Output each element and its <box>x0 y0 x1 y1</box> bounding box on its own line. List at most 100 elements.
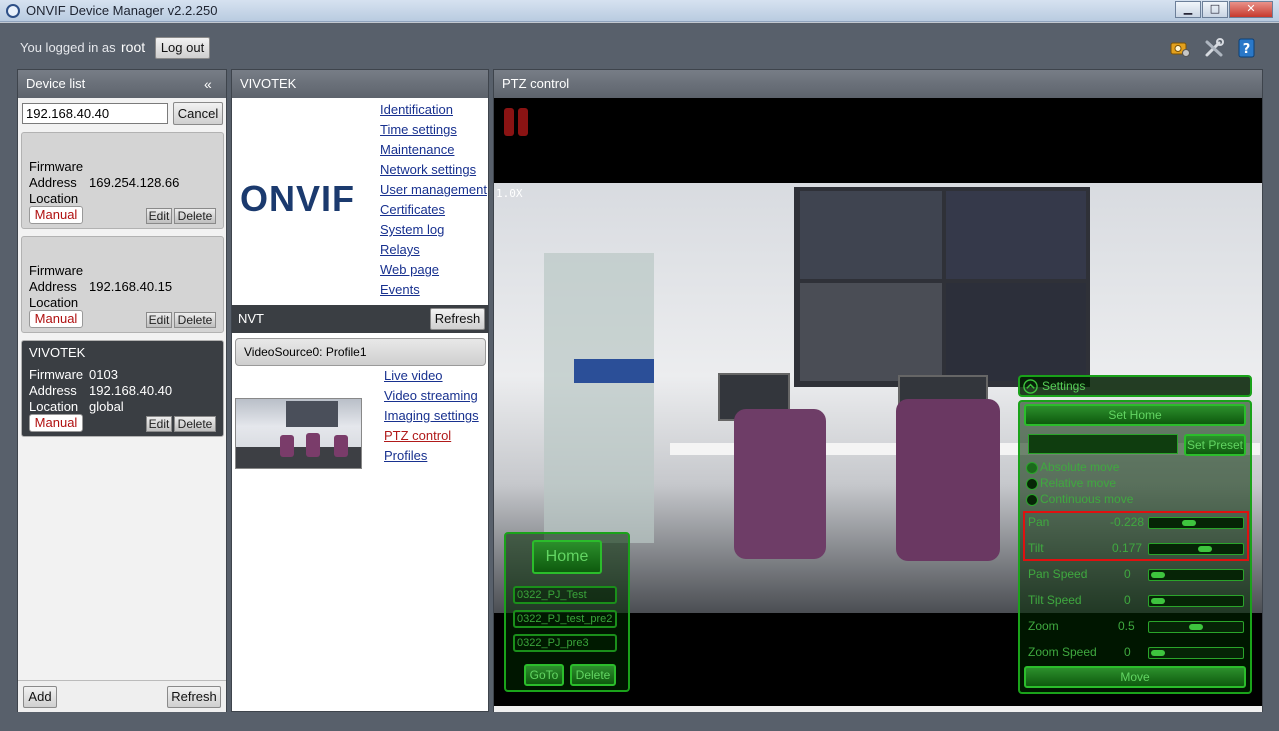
link-live-video[interactable]: Live video <box>384 368 443 383</box>
delete-device-button[interactable]: Delete <box>174 208 216 224</box>
pan-speed-slider[interactable] <box>1148 569 1244 581</box>
zoom-slider[interactable] <box>1148 621 1244 633</box>
tilt-speed-slider[interactable] <box>1148 595 1244 607</box>
device-panel: VIVOTEK ONVIF Identification Time settin… <box>231 69 489 712</box>
ptz-title: PTZ control <box>494 70 1262 98</box>
move-button[interactable]: Move <box>1024 666 1246 688</box>
zoom-slider-thumb[interactable] <box>1189 624 1203 630</box>
absolute-move-label: Absolute move <box>1040 460 1120 474</box>
settings-header[interactable]: Settings <box>1018 375 1252 397</box>
device-mode-badge: Manual <box>29 310 83 328</box>
tilt-speed-label: Tilt Speed <box>1028 593 1082 607</box>
link-system-log[interactable]: System log <box>380 222 444 237</box>
link-relays[interactable]: Relays <box>380 242 420 257</box>
preset-item[interactable]: 0322_PJ_pre3 <box>513 634 617 652</box>
preset-name-input[interactable] <box>1028 434 1178 454</box>
tilt-value: 0.177 <box>1112 541 1143 555</box>
set-home-button[interactable]: Set Home <box>1024 404 1246 426</box>
address-label: Address <box>29 279 77 294</box>
edit-device-button[interactable]: Edit <box>146 208 172 224</box>
link-time-settings[interactable]: Time settings <box>380 122 457 137</box>
ptz-panel: PTZ control 1.0X Home 0322_PJ_Test 0322_… <box>493 69 1263 712</box>
camera-settings-icon[interactable] <box>1169 38 1191 58</box>
device-mode-badge: Manual <box>29 206 83 224</box>
tilt-label: Tilt <box>1028 541 1044 555</box>
device-card[interactable]: Firmware Address 192.168.40.15 Location … <box>21 236 224 333</box>
link-ptz-control[interactable]: PTZ control <box>384 428 451 443</box>
minimize-button[interactable]: ▁ <box>1175 1 1201 18</box>
link-video-streaming[interactable]: Video streaming <box>384 388 478 403</box>
cancel-search-button[interactable]: Cancel <box>173 102 223 125</box>
nvt-title: NVT <box>238 311 264 326</box>
zoom-speed-value: 0 <box>1124 645 1131 659</box>
nvt-refresh-button[interactable]: Refresh <box>430 308 485 330</box>
edit-device-button[interactable]: Edit <box>146 312 172 328</box>
link-network-settings[interactable]: Network settings <box>380 162 476 177</box>
add-device-button[interactable]: Add <box>23 686 57 708</box>
tilt-slider-thumb[interactable] <box>1198 546 1212 552</box>
tilt-speed-value: 0 <box>1124 593 1131 607</box>
edit-device-button[interactable]: Edit <box>146 416 172 432</box>
settings-title: Settings <box>1042 379 1086 393</box>
radio-relative-move[interactable] <box>1026 478 1038 490</box>
firmware-label: Firmware <box>29 367 84 382</box>
link-profiles[interactable]: Profiles <box>384 448 427 463</box>
link-certificates[interactable]: Certificates <box>380 202 445 217</box>
pan-slider-thumb[interactable] <box>1182 520 1196 526</box>
radio-continuous-move[interactable] <box>1026 494 1038 506</box>
device-search-input[interactable]: 192.168.40.40 <box>22 103 168 124</box>
zoom-speed-label: Zoom Speed <box>1028 645 1097 659</box>
goto-preset-button[interactable]: GoTo <box>524 664 564 686</box>
pan-slider[interactable] <box>1148 517 1244 529</box>
preset-item[interactable]: 0322_PJ_Test <box>513 586 617 604</box>
link-identification[interactable]: Identification <box>380 102 453 117</box>
pan-label: Pan <box>1028 515 1050 529</box>
device-card[interactable]: Firmware Address 169.254.128.66 Location… <box>21 132 224 229</box>
zoom-speed-thumb[interactable] <box>1151 650 1165 656</box>
device-list-header: Device list « <box>18 70 226 98</box>
collapse-icon[interactable]: « <box>204 70 212 98</box>
pan-speed-value: 0 <box>1124 567 1131 581</box>
radio-absolute-move[interactable] <box>1026 462 1038 474</box>
device-mode-badge: Manual <box>29 414 83 432</box>
firmware-label: Firmware <box>29 159 84 174</box>
video-thumbnail[interactable] <box>235 398 362 469</box>
close-button[interactable]: ✕ <box>1229 1 1273 18</box>
zoom-speed-slider[interactable] <box>1148 647 1244 659</box>
device-firmware: 0103 <box>89 367 118 382</box>
device-card-selected[interactable]: VIVOTEK Firmware 0103 Address 192.168.40… <box>21 340 224 437</box>
device-panel-title: VIVOTEK <box>232 70 488 98</box>
home-button[interactable]: Home <box>532 540 602 574</box>
location-label: Location <box>29 295 79 310</box>
tilt-speed-thumb[interactable] <box>1151 598 1165 604</box>
link-user-management[interactable]: User management <box>380 182 487 197</box>
thumb-screens <box>286 401 338 427</box>
tools-icon[interactable] <box>1204 38 1226 58</box>
onvif-logo: ONVIF <box>240 178 356 219</box>
pan-speed-thumb[interactable] <box>1151 572 1165 578</box>
device-address: 169.254.128.66 <box>89 175 180 190</box>
location-label: Location <box>29 399 79 414</box>
zoom-value: 0.5 <box>1118 619 1135 633</box>
preset-item[interactable]: 0322_PJ_test_pre2 <box>513 610 617 628</box>
link-web-page[interactable]: Web page <box>380 262 439 277</box>
pause-icon[interactable] <box>504 108 530 136</box>
link-maintenance[interactable]: Maintenance <box>380 142 454 157</box>
zoom-label: Zoom <box>1028 619 1059 633</box>
maximize-button[interactable]: □ <box>1202 1 1228 18</box>
device-location: global <box>89 399 124 414</box>
delete-device-button[interactable]: Delete <box>174 416 216 432</box>
help-icon[interactable]: ? <box>1236 38 1258 58</box>
refresh-devices-button[interactable]: Refresh <box>167 686 221 708</box>
set-preset-button[interactable]: Set Preset <box>1184 434 1246 456</box>
delete-device-button[interactable]: Delete <box>174 312 216 328</box>
chevron-up-icon[interactable] <box>1023 379 1038 394</box>
window-title: ONVIF Device Manager v2.2.250 <box>26 3 218 18</box>
link-imaging-settings[interactable]: Imaging settings <box>384 408 479 423</box>
delete-preset-button[interactable]: Delete <box>570 664 616 686</box>
profile-selector[interactable]: VideoSource0: Profile1 <box>235 338 486 366</box>
tilt-slider[interactable] <box>1148 543 1244 555</box>
logout-button[interactable]: Log out <box>155 37 210 59</box>
link-events[interactable]: Events <box>380 282 420 297</box>
device-list-title: Device list <box>26 76 86 91</box>
